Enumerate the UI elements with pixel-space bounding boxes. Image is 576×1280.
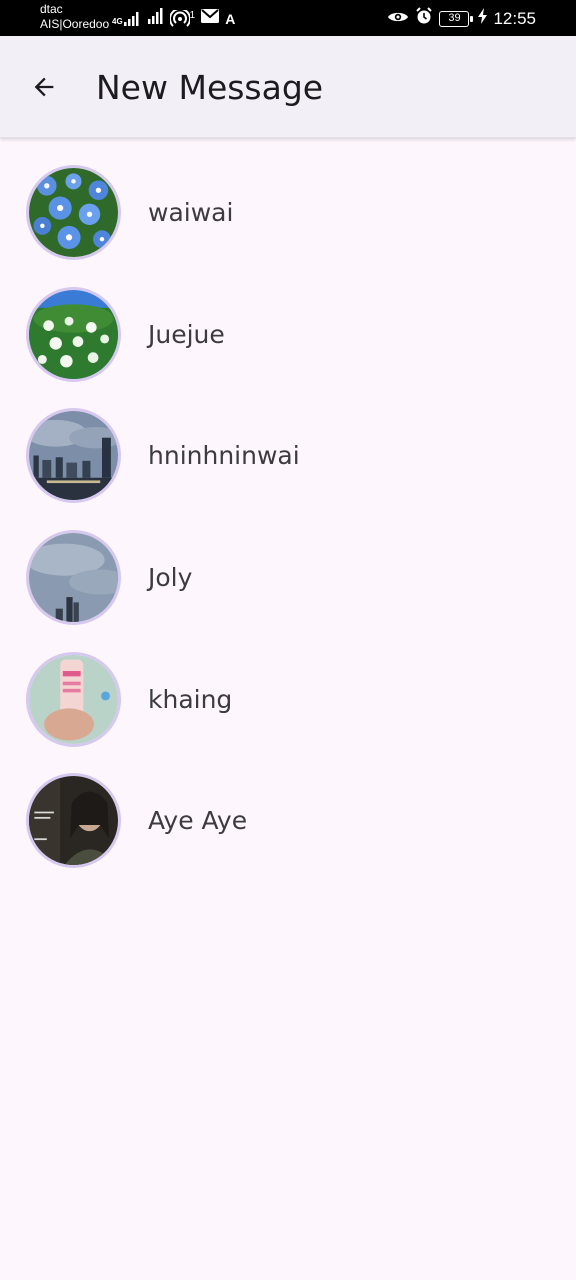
contact-item[interactable]: hninhninwai [0,395,576,517]
contact-item[interactable]: Aye Aye [0,760,576,882]
contact-avatar [26,773,121,869]
clock-time: 12:55 [493,8,536,28]
mail-icon [201,9,220,28]
contact-list: waiwai Juejue hninhninwai Joly khaing Ay… [0,152,576,882]
eye-icon [387,9,409,29]
status-right-icons: 39 12:55 [387,7,536,30]
network-type-label: 4G [112,16,123,26]
cloudy-sky-buildings-photo [29,533,118,623]
carrier-line-2: AIS|Ooredoo [40,17,110,31]
contact-name: hninhninwai [148,441,300,471]
contact-item[interactable]: khaing [0,638,576,760]
notification-count: 1 [189,9,196,21]
page-title: New Message [96,68,324,107]
charging-icon [478,8,488,29]
status-left-icons: 4G 1 A [112,8,235,29]
contact-name: khaing [148,684,233,714]
white-flowers-sky-photo [29,289,118,379]
status-bar: dtac AIS|Ooredoo 4G 1 A 39 12:55 [0,0,576,36]
blue-flowers-photo [29,168,118,258]
alarm-icon [415,7,433,30]
back-button[interactable] [22,65,66,109]
carrier-info: dtac AIS|Ooredoo [40,2,109,32]
portrait-dark-photo [29,776,118,866]
contact-avatar [26,530,121,626]
battery-icon: 39 [439,10,474,27]
contact-name: Aye Aye [148,806,248,836]
contact-avatar [26,408,121,504]
contact-name: Joly [148,563,193,593]
contact-name: waiwai [148,198,234,228]
contact-item[interactable]: waiwai [0,152,576,274]
contact-item[interactable]: Juejue [0,274,576,396]
contact-avatar [26,651,121,747]
app-bar: New Message [0,36,576,138]
contact-avatar [26,165,121,261]
carrier-line-1: dtac [40,2,63,16]
arrow-back-icon [34,77,54,97]
signal-4g-icon: 4G [112,11,140,26]
contact-avatar [26,286,121,382]
city-skyline-clouds-photo [29,411,118,501]
contact-item[interactable]: Joly [0,517,576,639]
hotspot-icon: 1 [169,9,196,28]
contact-name: Juejue [148,319,225,349]
signal-2-icon [146,8,164,29]
font-a-icon: A [225,10,236,27]
hand-holding-bottle-photo [29,654,118,744]
